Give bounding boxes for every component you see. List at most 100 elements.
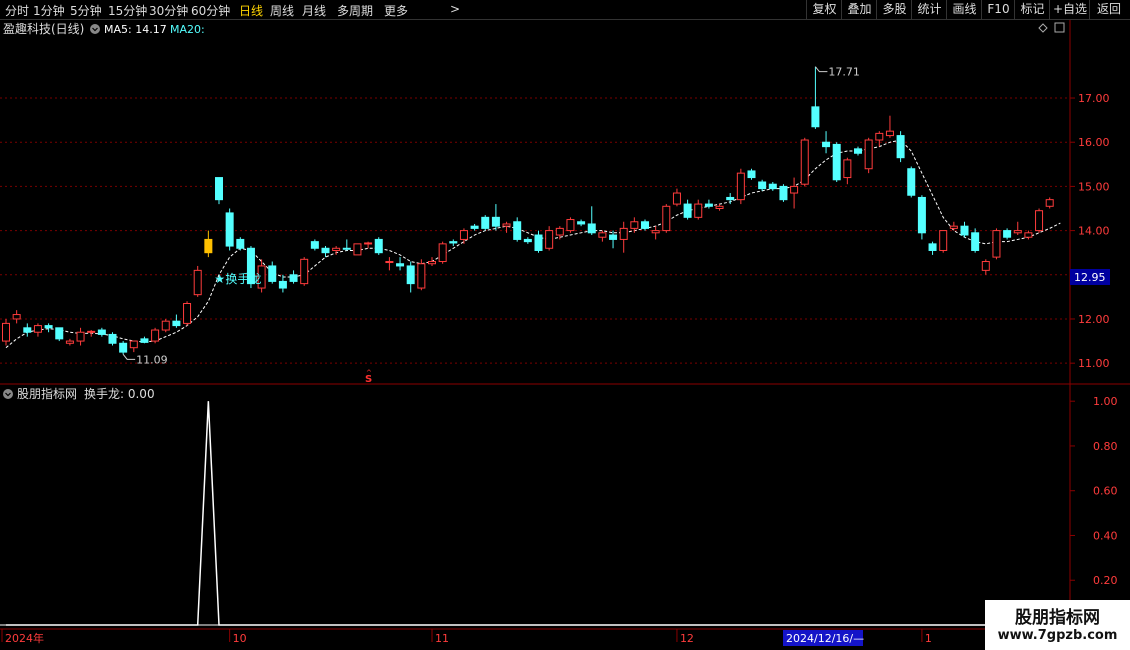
candle <box>332 246 341 255</box>
candle-body <box>800 139 809 185</box>
candle <box>875 131 884 147</box>
candle-body <box>779 185 788 201</box>
indicator-value-label: 换手龙: 0.00 <box>84 387 155 401</box>
period-tab-3[interactable]: 15分钟 <box>108 2 147 19</box>
candle <box>736 168 745 205</box>
toolbar-button-0[interactable]: 复权 <box>806 0 842 19</box>
candle <box>832 142 841 182</box>
candle <box>939 230 948 253</box>
candle-body <box>12 314 21 320</box>
candle <box>406 261 415 293</box>
period-tab-5[interactable]: 60分钟 <box>191 2 230 19</box>
signal-star-icon: ★ <box>214 272 225 286</box>
more-chevron-icon[interactable]: > <box>450 2 460 16</box>
candle <box>662 204 671 233</box>
candle <box>513 217 522 242</box>
candle-body <box>374 238 383 254</box>
toolbar-button-1[interactable]: 叠加 <box>841 0 877 19</box>
candle-body <box>449 241 458 244</box>
ma5-polyline <box>5 139 1061 349</box>
candle-body <box>151 329 160 342</box>
candle-body <box>843 159 852 179</box>
ma-settings-icon[interactable] <box>90 24 100 34</box>
cursor-date-label: 2024/12/16/— <box>786 632 864 645</box>
candle-body <box>875 132 884 141</box>
toolbar-button-5[interactable]: F10 <box>981 0 1015 19</box>
period-tab-1[interactable]: 1分钟 <box>33 2 65 19</box>
candle-body <box>545 230 554 249</box>
candle-body <box>268 265 277 282</box>
panel-maximize-icon[interactable] <box>1054 22 1065 33</box>
period-tab-7[interactable]: 周线 <box>270 2 294 19</box>
period-tab-0[interactable]: 分时 <box>5 2 29 19</box>
candle-body <box>417 263 426 289</box>
candle-body <box>822 141 831 148</box>
toolbar-button-8[interactable]: 返回 <box>1089 0 1128 19</box>
period-tab-8[interactable]: 月线 <box>302 2 326 19</box>
indicator-tick-label: 0.40 <box>1093 529 1118 542</box>
candle <box>396 257 405 271</box>
candle-body <box>896 135 905 159</box>
candle-body <box>619 227 628 240</box>
candle-body <box>321 247 330 254</box>
toolbar-button-2[interactable]: 多股 <box>876 0 912 19</box>
candle-body <box>651 230 660 234</box>
candle-body <box>758 181 767 190</box>
candle-body <box>204 238 213 254</box>
period-tab-4[interactable]: 30分钟 <box>149 2 188 19</box>
indicator-tick-label: 0.20 <box>1093 574 1118 587</box>
candle-body <box>342 247 351 250</box>
candle-body <box>491 216 500 227</box>
chart-area[interactable]: 11.0012.0013.0014.0015.0016.0017.00 盈趣科技… <box>0 20 1130 650</box>
candle-body <box>502 223 511 227</box>
candle <box>971 228 980 253</box>
candle-body <box>662 205 671 232</box>
candle <box>236 237 245 251</box>
candle <box>854 146 862 156</box>
toolbar-button-6[interactable]: 标记 <box>1014 0 1050 19</box>
candle-body <box>811 106 820 128</box>
candle-body <box>108 333 117 344</box>
candle-body <box>790 185 799 194</box>
candle-body <box>885 130 894 137</box>
high-price-pointer <box>815 66 828 73</box>
candle <box>97 327 106 337</box>
candle-body <box>44 325 53 329</box>
toolbar-button-3[interactable]: 统计 <box>911 0 947 19</box>
candle-body <box>161 320 170 331</box>
ma20-label: MA20: <box>170 23 205 36</box>
candle-body <box>33 325 42 333</box>
price-grid <box>0 97 1070 364</box>
candle <box>587 206 596 236</box>
period-tab-10[interactable]: 更多 <box>384 2 408 19</box>
candle-body <box>1013 230 1022 234</box>
period-tab-2[interactable]: 5分钟 <box>70 2 102 19</box>
candle-body <box>1035 210 1044 232</box>
candle <box>747 168 756 180</box>
candle-body <box>129 340 138 349</box>
candle <box>545 226 554 251</box>
candle-body <box>428 261 436 265</box>
indicator-settings-icon[interactable] <box>3 389 13 399</box>
candle <box>800 137 809 187</box>
candle <box>672 188 681 207</box>
low-price-pointer <box>122 354 136 360</box>
diamond-icon[interactable] <box>1038 23 1048 33</box>
time-label: 10 <box>233 632 247 645</box>
candle <box>811 66 820 129</box>
period-tab-6[interactable]: 日线 <box>239 2 263 19</box>
candle <box>779 184 788 202</box>
candle <box>140 336 149 344</box>
candle-body <box>907 168 916 196</box>
indicator-series <box>6 401 1061 626</box>
period-tab-9[interactable]: 多周期 <box>337 2 373 19</box>
candle <box>225 208 234 251</box>
candle <box>23 323 32 337</box>
candle <box>129 340 138 353</box>
candle <box>119 341 128 355</box>
toolbar-button-4[interactable]: 画线 <box>946 0 982 19</box>
price-tick-label: 16.00 <box>1078 136 1110 149</box>
toolbar-button-7[interactable]: +自选 <box>1049 0 1090 19</box>
candle <box>1024 230 1033 240</box>
candle-body <box>225 212 234 247</box>
